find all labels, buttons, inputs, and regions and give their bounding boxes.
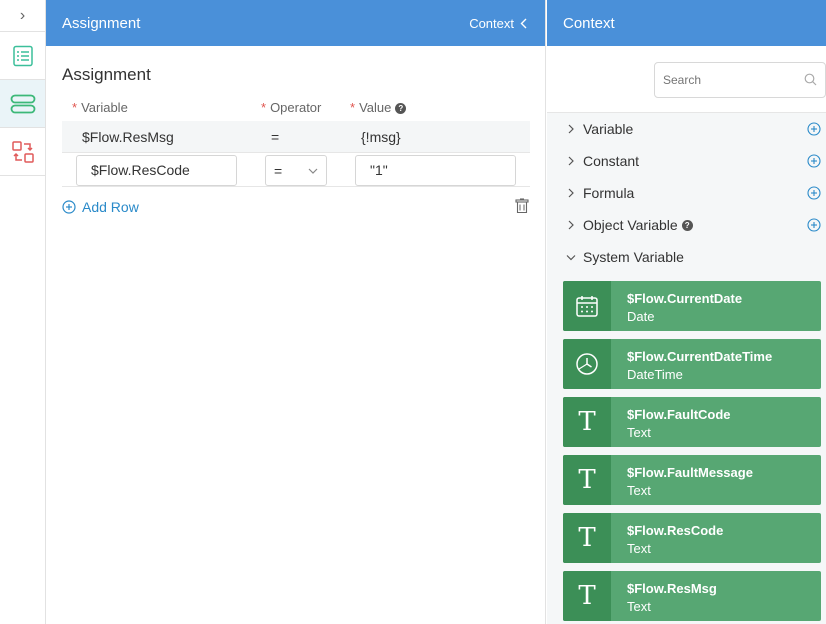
chevron-down-icon [566,254,576,260]
assignment-panel: Assignment Context Assignment * Variable … [46,0,546,624]
text-glyph: T [578,523,596,553]
system-variable-item[interactable]: T $Flow.FaultCode Text [563,397,821,447]
search-icon [804,73,817,86]
add-row-button[interactable]: Add Row [62,199,139,215]
chevron-right-icon: › [19,6,26,24]
row-operator: = [271,129,280,145]
required-mark: * [72,100,78,115]
system-variable-type: Text [627,425,651,440]
value-input[interactable]: "1" [355,155,516,186]
text-icon: T [563,513,611,563]
calendar-icon [563,281,611,331]
system-variable-type: Text [627,541,651,556]
system-variable-name: $Flow.ResMsg [627,581,717,596]
rail-item-checklist[interactable] [0,32,45,80]
context-search-area [547,46,826,113]
column-header-value: * Value? [350,100,407,115]
rail-item-transform[interactable] [0,128,45,176]
system-variable-item[interactable]: $Flow.CurrentDateTime DateTime [563,339,821,389]
add-circle-icon[interactable] [807,122,821,136]
system-variable-type: Text [627,483,651,498]
text-glyph: T [578,407,596,437]
chevron-left-icon [520,18,527,28]
category-label: Variable [583,121,634,137]
text-icon: T [563,397,611,447]
system-variable-name: $Flow.ResCode [627,523,724,538]
system-variable-type: DateTime [627,367,683,382]
table-row[interactable]: $Flow.ResMsg = {!msg} [62,121,530,153]
help-icon[interactable]: ? [395,103,407,114]
operator-select-value: = [274,162,283,179]
variable-input[interactable]: $Flow.ResCode [76,155,237,186]
expand-rail-button[interactable]: › [0,0,45,32]
row-value: {!msg} [361,129,401,145]
chevron-down-icon [308,168,318,174]
system-variable-name: $Flow.FaultMessage [627,465,753,480]
system-variable-name: $Flow.CurrentDate [627,291,743,306]
section-title: Assignment [62,65,151,84]
system-variable-item[interactable]: $Flow.CurrentDate Date [563,281,821,331]
required-mark: * [261,100,267,115]
chevron-right-icon [568,220,574,230]
panel-title: Assignment [62,14,141,32]
context-toggle-button[interactable]: Context [469,16,527,31]
category-label: Formula [583,185,635,201]
system-variable-name: $Flow.CurrentDateTime [627,349,773,364]
system-variable-type: Date [627,309,655,324]
context-panel: Context Variable Constant Formula Object… [547,0,826,624]
category-label: Constant [583,153,640,169]
context-toggle-label: Context [469,15,514,31]
chevron-right-icon [568,124,574,134]
checklist-icon [12,45,33,66]
delete-button[interactable] [515,198,529,219]
system-variable-name: $Flow.FaultCode [627,407,731,422]
chevron-right-icon [568,156,574,166]
table-row-editing: $Flow.ResCode = "1" [62,153,530,187]
system-variable-type: Text [627,599,651,614]
category-variable[interactable]: Variable [547,113,826,145]
category-formula[interactable]: Formula [547,177,826,209]
category-constant[interactable]: Constant [547,145,826,177]
system-variable-item[interactable]: T $Flow.FaultMessage Text [563,455,821,505]
column-label: Operator [270,100,322,115]
category-label: Object Variable [583,217,678,233]
required-mark: * [350,100,356,115]
category-system-variable[interactable]: System Variable [547,241,826,273]
column-header-variable: * Variable [72,100,128,115]
column-label: Variable [81,100,128,115]
context-header: Context [547,0,826,46]
chevron-right-icon [568,188,574,198]
help-icon[interactable]: ? [681,219,693,231]
text-glyph: T [578,465,596,495]
text-icon: T [563,571,611,621]
context-title: Context [563,14,615,32]
add-circle-icon[interactable] [807,154,821,168]
plus-circle-icon [62,200,76,214]
add-row-label: Add Row [82,199,139,215]
assignment-panel-header: Assignment Context [46,0,545,46]
system-variable-item[interactable]: T $Flow.ResCode Text [563,513,821,563]
category-label: System Variable [583,249,684,265]
trash-icon [515,198,529,214]
context-search-input[interactable] [654,62,826,98]
text-icon: T [563,455,611,505]
assignment-icon [10,94,35,113]
left-rail: › [0,0,46,624]
text-glyph: T [578,581,596,611]
column-label: Value [359,100,392,115]
column-header-operator: * Operator [261,100,321,115]
system-variable-item[interactable]: T $Flow.ResMsg Text [563,571,821,621]
add-circle-icon[interactable] [807,218,821,232]
add-circle-icon[interactable] [807,186,821,200]
row-variable: $Flow.ResMsg [82,129,174,145]
transform-icon [11,140,34,163]
rail-item-assignment[interactable] [0,80,45,128]
operator-select[interactable]: = [265,155,327,186]
clock-icon [563,339,611,389]
category-object-variable[interactable]: Object Variable ? [547,209,826,241]
